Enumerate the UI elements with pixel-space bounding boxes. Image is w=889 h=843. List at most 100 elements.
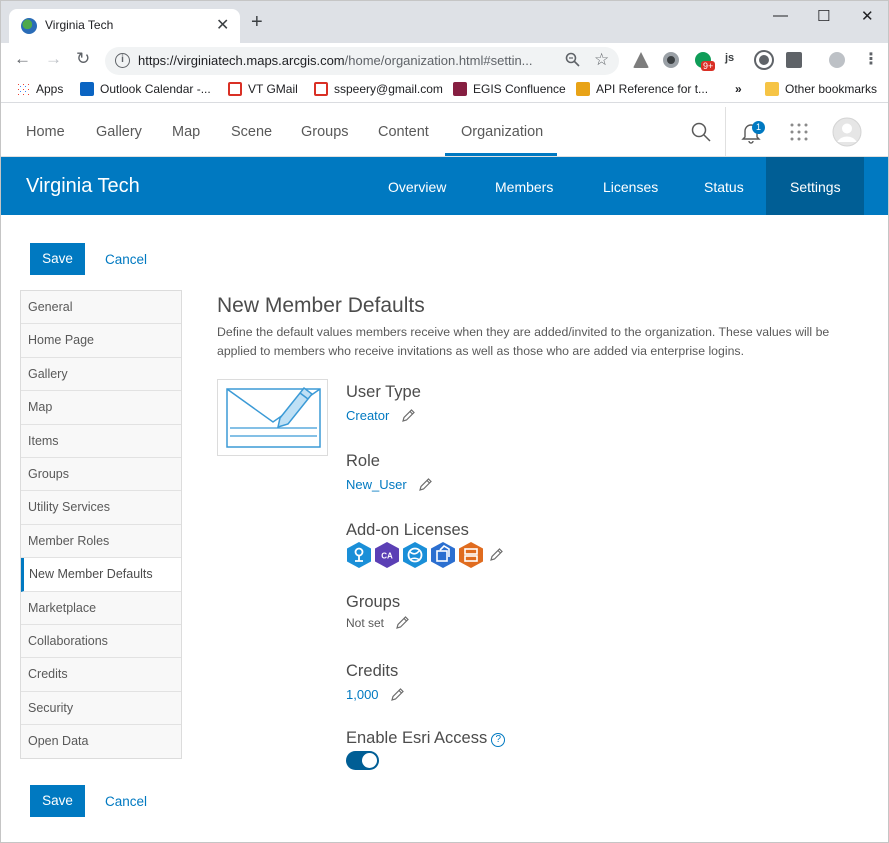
browser-menu-icon[interactable]: ⋮: [863, 49, 879, 69]
url-host: https://virginiatech.maps.arcgis.com: [138, 53, 345, 68]
role-field[interactable]: New_User: [346, 477, 433, 492]
profile-avatar-icon[interactable]: [829, 52, 845, 68]
nav-home[interactable]: Home: [26, 124, 65, 140]
sidebar-item-collaborations[interactable]: Collaborations: [21, 624, 181, 659]
cancel-button-top[interactable]: Cancel: [105, 252, 147, 267]
sidebar-item-security[interactable]: Security: [21, 691, 181, 726]
sidebar-item-marketplace[interactable]: Marketplace: [21, 591, 181, 625]
user-avatar-icon[interactable]: [832, 117, 862, 152]
maximize-button[interactable]: ☐: [817, 7, 830, 25]
sidebar-item-groups[interactable]: Groups: [21, 457, 181, 492]
url-text[interactable]: https://virginiatech.maps.arcgis.com/hom…: [138, 53, 533, 68]
forward-arrow-icon[interactable]: →: [45, 49, 62, 69]
sidebar-item-utility-services[interactable]: Utility Services: [21, 491, 181, 525]
nav-groups[interactable]: Groups: [301, 124, 349, 140]
tab-status[interactable]: Status: [704, 179, 744, 195]
arcgis-top-nav: Home Gallery Map Scene Groups Content Or…: [1, 107, 888, 157]
workforce-license-icon[interactable]: [458, 541, 484, 569]
credits-field[interactable]: 1,000: [346, 687, 405, 702]
address-bar[interactable]: i https://virginiatech.maps.arcgis.com/h…: [105, 47, 619, 75]
page-description: Define the default values members receiv…: [217, 325, 830, 358]
community-analyst-license-icon[interactable]: CA: [374, 541, 400, 569]
drive-extension-icon[interactable]: [633, 52, 649, 68]
nav-separator: [725, 107, 726, 157]
tab-licenses[interactable]: Licenses: [603, 179, 658, 195]
edit-credits-pencil-icon[interactable]: [391, 688, 405, 701]
bookmark-egis-confluence[interactable]: EGIS Confluence: [453, 82, 566, 96]
nav-map[interactable]: Map: [172, 124, 200, 140]
drone2map-license-icon[interactable]: [430, 541, 456, 569]
bookmark-apps[interactable]: Apps: [16, 82, 63, 96]
nav-scene[interactable]: Scene: [231, 124, 272, 140]
esri-access-label-text: Enable Esri Access: [346, 729, 488, 747]
power-extension-icon[interactable]: [756, 52, 772, 68]
page-title: New Member Defaults: [217, 294, 425, 317]
sidebar-item-general[interactable]: General: [21, 291, 181, 325]
sidebar-item-items[interactable]: Items: [21, 424, 181, 458]
tab-strip: Virginia Tech ✕ + — ☐ ✕: [1, 1, 888, 43]
save-button-top[interactable]: Save: [30, 243, 85, 275]
cancel-button-bottom[interactable]: Cancel: [105, 794, 147, 809]
save-button-bottom[interactable]: Save: [30, 785, 85, 817]
credits-value: 1,000: [346, 687, 379, 702]
bookmark-api-reference[interactable]: API Reference for t...: [576, 82, 708, 96]
extension-circle-icon[interactable]: [663, 52, 679, 68]
bookmarks-more-button[interactable]: »: [735, 82, 742, 96]
bookmarks-bar: Apps Outlook Calendar -... VT GMail sspe…: [1, 77, 888, 103]
sidebar-item-map[interactable]: Map: [21, 391, 181, 425]
folder-icon: [765, 82, 779, 96]
tab-title: Virginia Tech: [45, 18, 114, 32]
tab-overview[interactable]: Overview: [388, 179, 446, 195]
site-info-icon[interactable]: i: [115, 53, 130, 68]
user-type-label: User Type: [346, 383, 421, 401]
minimize-button[interactable]: —: [773, 7, 788, 24]
tab-settings[interactable]: Settings: [790, 179, 841, 195]
document-icon: [576, 82, 590, 96]
help-question-icon[interactable]: ?: [491, 733, 506, 747]
addon-licenses-label: Add-on Licenses: [346, 521, 469, 539]
organization-header: Virginia Tech Overview Members Licenses …: [1, 157, 888, 215]
gmail-icon: [314, 82, 328, 96]
sidebar-item-credits[interactable]: Credits: [21, 658, 181, 692]
edit-licenses-pencil-icon[interactable]: [490, 548, 503, 561]
shield-extension-icon[interactable]: [786, 52, 802, 68]
browser-window: Virginia Tech ✕ + — ☐ ✕ ← → ↻ i https://…: [0, 0, 889, 843]
groups-label: Groups: [346, 593, 401, 611]
bookmark-personal-gmail[interactable]: sspeery@gmail.com: [314, 82, 443, 96]
esri-access-toggle[interactable]: [346, 751, 379, 770]
arcgis-globe-icon: [21, 18, 37, 34]
user-type-field[interactable]: Creator: [346, 408, 415, 423]
arcgis-earth-license-icon[interactable]: [402, 541, 428, 569]
navigator-license-icon[interactable]: [346, 541, 372, 569]
bookmark-vt-gmail[interactable]: VT GMail: [228, 82, 298, 96]
nav-organization[interactable]: Organization: [461, 124, 543, 140]
nav-gallery[interactable]: Gallery: [96, 124, 142, 140]
app-launcher-grid-icon[interactable]: [789, 122, 809, 147]
vt-logo-icon: [453, 82, 467, 96]
notification-count-badge: 1: [752, 121, 765, 134]
reload-icon[interactable]: ↻: [76, 49, 90, 69]
edit-role-pencil-icon[interactable]: [419, 478, 433, 491]
edit-groups-pencil-icon[interactable]: [396, 616, 410, 629]
other-bookmarks-folder[interactable]: Other bookmarks: [765, 82, 877, 96]
tab-members[interactable]: Members: [495, 179, 553, 195]
close-tab-icon[interactable]: ✕: [216, 15, 229, 35]
back-arrow-icon[interactable]: ←: [14, 49, 31, 69]
sidebar-item-open-data[interactable]: Open Data: [21, 725, 181, 759]
search-icon[interactable]: [691, 122, 711, 147]
zoom-search-icon[interactable]: [565, 52, 580, 71]
bookmark-star-icon[interactable]: ☆: [594, 50, 609, 70]
nav-content[interactable]: Content: [378, 124, 429, 140]
sidebar-item-new-member-defaults[interactable]: New Member Defaults: [21, 558, 181, 592]
close-window-button[interactable]: ✕: [861, 7, 874, 25]
browser-toolbar: ← → ↻ i https://virginiatech.maps.arcgis…: [1, 43, 888, 77]
bookmark-outlook[interactable]: Outlook Calendar -...: [80, 82, 211, 96]
sidebar-item-home-page[interactable]: Home Page: [21, 324, 181, 358]
sidebar-item-member-roles[interactable]: Member Roles: [21, 524, 181, 559]
js-extension-icon[interactable]: js: [725, 52, 734, 64]
groups-field[interactable]: Not set: [346, 616, 410, 630]
edit-user-type-pencil-icon[interactable]: [402, 409, 415, 422]
browser-tab[interactable]: Virginia Tech ✕: [9, 9, 240, 43]
sidebar-item-gallery[interactable]: Gallery: [21, 357, 181, 392]
new-tab-button[interactable]: +: [251, 12, 263, 32]
